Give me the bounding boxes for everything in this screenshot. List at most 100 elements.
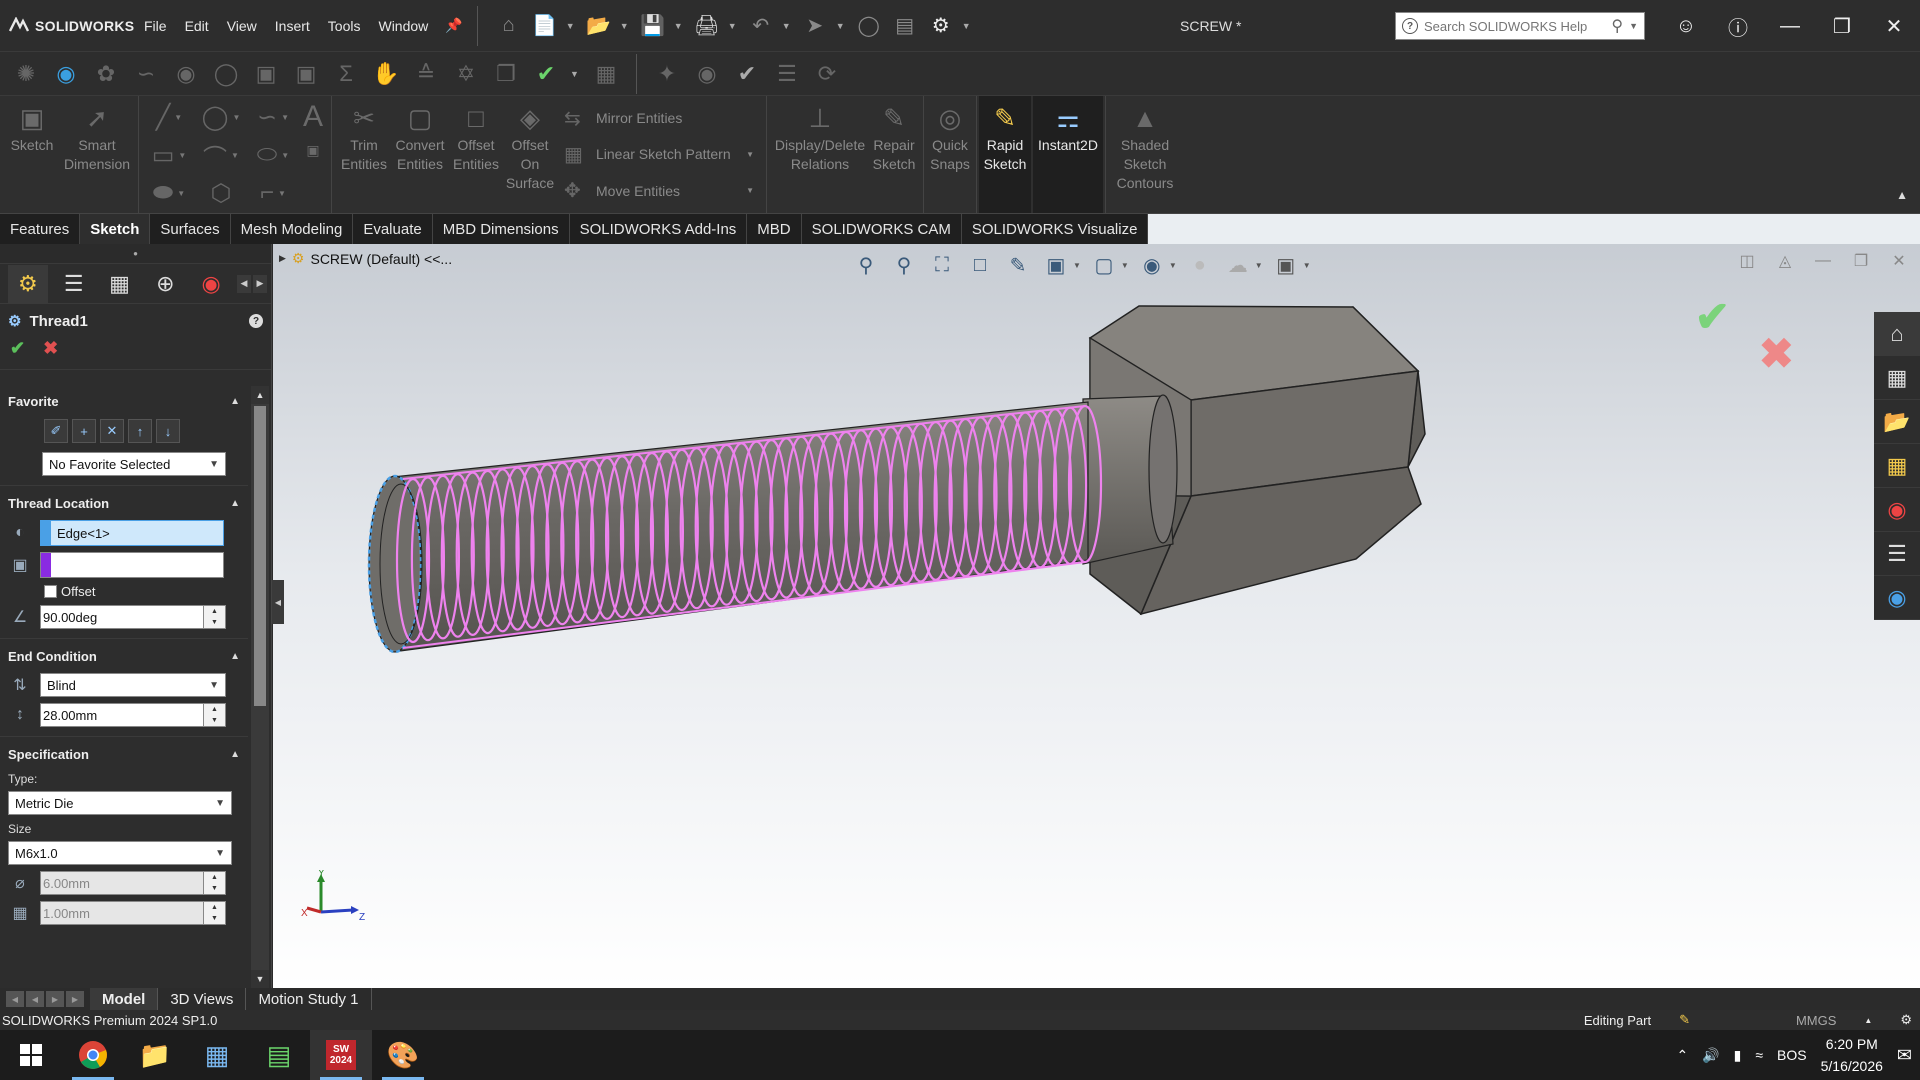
help-icon[interactable]: ? [249, 314, 263, 328]
specification-group-header[interactable]: Specification ▲ [0, 737, 248, 768]
feature-tree-flyout[interactable]: ▶ ⚙ SCREW (Default) <<... [279, 250, 452, 267]
equations-icon[interactable]: Σ [330, 58, 362, 90]
shade-tool-icon[interactable]: ◉ [691, 58, 723, 90]
flip-direction-icon[interactable]: ⇅ [8, 673, 32, 697]
design-library-icon[interactable]: ▦ [1874, 356, 1920, 400]
units-dropdown-icon[interactable]: ▲ [1864, 1016, 1872, 1025]
move-tool-icon[interactable]: ✡ [450, 58, 482, 90]
scroll-left-icon[interactable]: ◀ [237, 274, 251, 293]
fillet-tool-icon[interactable]: ⌐ ▼ [247, 174, 299, 212]
solidworks-resources-icon[interactable]: ⌂ [1874, 312, 1920, 356]
menu-tools[interactable]: Tools [319, 0, 370, 52]
increment-icon[interactable]: ▲ [204, 704, 225, 715]
windows-start-icon[interactable] [0, 1030, 62, 1080]
help-icon[interactable]: ⓘ [1712, 0, 1764, 52]
text-tool-button[interactable]: A ▣ [299, 96, 327, 213]
minimize-icon[interactable]: — [1764, 0, 1816, 52]
panel-splitter[interactable]: ◀ [272, 580, 284, 624]
solidworks-taskbar-icon[interactable]: SW 2024 [310, 1030, 372, 1080]
chevron-down-icon[interactable]: ▼ [1169, 261, 1177, 270]
tab-solidworks-visualize[interactable]: SOLIDWORKS Visualize [961, 214, 1149, 244]
apply-favorite-icon[interactable]: ✐ [44, 419, 68, 443]
offset-entities-button[interactable]: □ Offset Entities [448, 96, 504, 213]
save-icon[interactable]: 💾 [638, 11, 668, 41]
chevron-down-icon[interactable]: ▼ [746, 150, 754, 159]
next-tab-icon[interactable]: ▶ [46, 991, 64, 1007]
customize-status-icon[interactable]: ⚙ [1900, 1012, 1912, 1028]
slot-tool-icon[interactable]: ⬬ ▼ [143, 174, 195, 212]
mirror-entities-button[interactable]: ⇆ Mirror Entities [564, 106, 754, 131]
volume-icon[interactable]: 🔊 [1702, 1047, 1719, 1064]
home-icon[interactable]: ⌂ [494, 11, 524, 41]
add-favorite-icon[interactable]: + [72, 419, 96, 443]
scroll-right-icon[interactable]: ▶ [253, 274, 267, 293]
new-document-icon[interactable]: 📄 [530, 11, 560, 41]
expand-arrow-icon[interactable]: ▶ [279, 253, 286, 264]
panel-grip-icon[interactable]: ● [0, 244, 271, 264]
start-angle-spinner[interactable]: 90.00deg ▲ ▼ [40, 605, 226, 629]
display-manager-tab-icon[interactable]: ◉ [191, 265, 231, 303]
notifications-icon[interactable]: ✉ [1897, 1045, 1912, 1066]
chevron-up-icon[interactable]: ▲ [230, 749, 240, 760]
thread-size-select[interactable]: M6x1.0 ▼ [8, 841, 232, 865]
decrement-icon[interactable]: ▼ [204, 715, 225, 726]
section-view-icon[interactable]: □ [965, 250, 995, 280]
tab-solidworks-cam[interactable]: SOLIDWORKS CAM [801, 214, 962, 244]
screw-model[interactable] [273, 244, 1920, 988]
depth-spinner[interactable]: 28.00mm ▲ ▼ [40, 703, 226, 727]
language-indicator[interactable]: BOS [1777, 1047, 1807, 1063]
tab-features[interactable]: Features [0, 214, 81, 244]
circle-tool-icon[interactable]: ◯ ▼ [195, 98, 247, 136]
help-search-box[interactable]: ? ⚲ ▼ [1395, 12, 1645, 40]
user-account-icon[interactable]: ☺ [1660, 0, 1712, 52]
scroll-thumb[interactable] [254, 406, 266, 706]
decrement-icon[interactable]: ▼ [204, 883, 225, 894]
prev-tab-icon[interactable]: ◀ [26, 991, 44, 1007]
panel-scrollbar[interactable]: ▲ ▼ [251, 386, 269, 988]
refresh-tool-icon[interactable]: ⟳ [811, 58, 843, 90]
display-style-icon[interactable]: ▢ [1089, 250, 1119, 280]
open-icon[interactable]: 📂 [584, 11, 614, 41]
tab-surfaces[interactable]: Surfaces [150, 214, 231, 244]
rebuild-icon[interactable]: ◯ [854, 11, 884, 41]
last-tab-icon[interactable]: ▶ [66, 991, 84, 1007]
paint-app-icon[interactable]: 🎨 [372, 1030, 434, 1080]
hand-tool-icon[interactable]: ✋ [370, 58, 402, 90]
viewport-restore-icon[interactable]: ❐ [1848, 248, 1874, 274]
path-tool-icon[interactable]: ≙ [410, 58, 442, 90]
tab-3d-views[interactable]: 3D Views [158, 988, 247, 1010]
grid-tool-icon[interactable]: ▦ [590, 58, 622, 90]
save-dropdown-icon[interactable]: ▼ [674, 21, 686, 31]
pitch-spinner[interactable]: 1.00mm ▲ ▼ [40, 901, 226, 925]
chevron-up-icon[interactable]: ▲ [230, 651, 240, 662]
face-selection-box[interactable] [40, 552, 224, 578]
polygon-tool-icon[interactable]: ⬡ [195, 174, 247, 212]
tab-motion-study-1[interactable]: Motion Study 1 [246, 988, 372, 1010]
display-delete-relations-button[interactable]: ⊥ Display/Delete Relations [771, 96, 869, 213]
view-orientation-icon[interactable]: ▣ [1041, 250, 1071, 280]
arc-tool-icon[interactable]: ⌒ ▼ [195, 136, 247, 174]
block-tool-icon[interactable]: ▣ [250, 58, 282, 90]
undo-icon[interactable]: ↶ [746, 11, 776, 41]
tray-overflow-icon[interactable]: ⌃ [1676, 1047, 1688, 1064]
cancel-x-icon[interactable]: ✖ [43, 338, 58, 359]
menu-file[interactable]: File [135, 0, 176, 52]
3d-sketch-icon[interactable]: ◉ [50, 58, 82, 90]
ellipse-tool-icon[interactable]: ⬭ ▼ [247, 136, 299, 174]
calculator-icon[interactable]: ▦ [186, 1030, 248, 1080]
spline-tool-icon[interactable]: ✿ [90, 58, 122, 90]
chrome-icon[interactable] [62, 1030, 124, 1080]
tab-evaluate[interactable]: Evaluate [353, 214, 433, 244]
menu-insert[interactable]: Insert [266, 0, 319, 52]
apply-scene-icon[interactable]: ☁ [1223, 250, 1253, 280]
view-palette-icon[interactable]: ▦ [1874, 444, 1920, 488]
end-condition-select[interactable]: Blind ▼ [40, 673, 226, 697]
copy-tool-icon[interactable]: ❐ [490, 58, 522, 90]
graphics-area[interactable]: ▶ ⚙ SCREW (Default) <<... ⚲ ⚲ ⛶ □ ✎ ▣ ▼ … [273, 244, 1920, 988]
search-icon[interactable]: ⚲ [1611, 16, 1623, 36]
previous-view-icon[interactable]: ⛶ [927, 250, 957, 280]
appearances-icon[interactable]: ◉ [1874, 488, 1920, 532]
offset-on-surface-button[interactable]: ◈ Offset On Surface [504, 96, 556, 213]
decrement-icon[interactable]: ▼ [204, 617, 225, 628]
favorite-group-header[interactable]: Favorite ▲ [0, 384, 248, 415]
